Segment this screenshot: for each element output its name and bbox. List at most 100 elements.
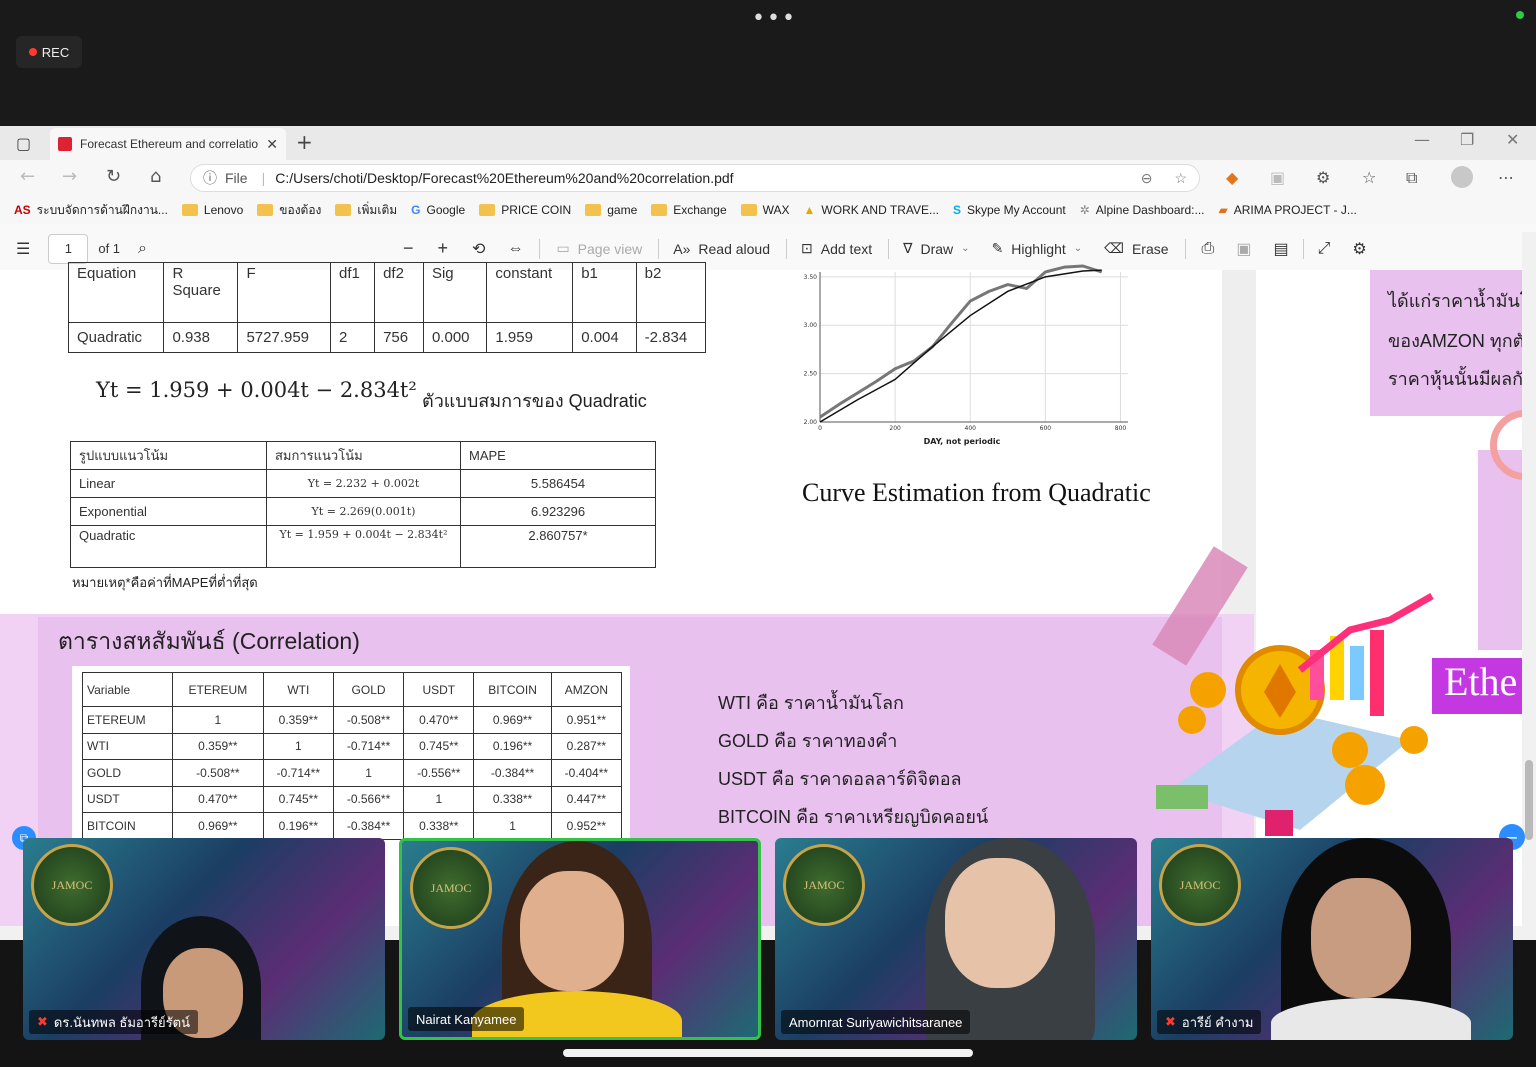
bookmark-item[interactable]: เพิ่มเติม xyxy=(335,201,397,220)
chart-series-observed xyxy=(819,264,1103,419)
close-tab-icon[interactable]: ✕ xyxy=(266,136,278,153)
erase-button[interactable]: ⌫ Erase xyxy=(1104,240,1168,257)
table-row: Equation R Square F df1 df2 Sig constant… xyxy=(67,262,707,323)
bookmark-label: Exchange xyxy=(673,203,727,217)
favorite-add-icon[interactable]: ☆ xyxy=(1174,170,1187,187)
address-bar[interactable]: ⓘ File | C:/Users/choti/Desktop/Forecast… xyxy=(190,164,1200,192)
divider xyxy=(1184,238,1186,259)
back-icon[interactable]: ← xyxy=(20,166,35,187)
chevron-down-icon[interactable]: ⌄ xyxy=(961,243,969,254)
table-cell: 0.287** xyxy=(550,732,623,760)
participant-tile-active-speaker[interactable]: JAMOC Nairat Kanyamee xyxy=(399,838,761,1040)
participant-tile[interactable]: JAMOC ✖ ดร.นันทพล ธัมอารีย์รัตน์ xyxy=(23,838,385,1040)
bookmark-item[interactable]: Lenovo xyxy=(181,203,243,217)
bookmark-item[interactable]: ▰ ARIMA PROJECT - J... xyxy=(1219,203,1357,217)
zoom-in-icon[interactable]: + xyxy=(438,238,449,259)
chevron-down-icon[interactable]: ⌄ xyxy=(1074,243,1082,254)
bookmark-item[interactable]: AS ระบบจัดการด้านฝึกงาน... xyxy=(14,201,168,220)
jamoc-logo-icon: JAMOC xyxy=(31,844,113,926)
scrollbar-thumb[interactable] xyxy=(1525,760,1533,840)
chart-x-tick-label: 400 xyxy=(965,425,977,432)
page-total: of 1 xyxy=(98,241,121,256)
table-cell: ETEREUM xyxy=(82,706,173,734)
table-cell: USDT xyxy=(82,785,173,813)
bookmark-item[interactable]: Exchange xyxy=(651,203,727,217)
pdf-settings-icon[interactable]: ⚙ xyxy=(1352,239,1366,259)
table-header: Sig xyxy=(422,262,488,323)
save-icon[interactable]: ▣ xyxy=(1236,239,1251,259)
add-text-button[interactable]: ⊡ Add text xyxy=(801,240,872,257)
info-icon[interactable]: ⓘ xyxy=(203,168,217,188)
bookmark-item[interactable]: G Google xyxy=(411,203,465,217)
chart-x-tick-label: 600 xyxy=(1040,425,1052,432)
close-window-icon[interactable]: ✕ xyxy=(1506,130,1519,149)
bitcoin-coin-icon xyxy=(1190,672,1226,708)
metamask-icon[interactable]: ◆ xyxy=(1226,168,1238,187)
favorites-icon[interactable]: ☆ xyxy=(1362,168,1376,187)
bookmark-label: Alpine Dashboard:... xyxy=(1095,203,1205,217)
right-text-line: ราคาหุ้นนั้นมีผลกั xyxy=(1388,369,1524,389)
participant-name-tag: Amornrat Suriyawichitsaranee xyxy=(781,1010,971,1034)
bookmark-item[interactable]: game xyxy=(585,203,637,217)
legend-gold: GOLD คือ ราคาทองคำ xyxy=(718,731,898,751)
table-row: Exponential Yt = 2.269(0.001t) 6.923296 xyxy=(70,497,656,526)
save-as-icon[interactable]: ▤ xyxy=(1273,239,1288,259)
restore-icon[interactable]: ❐ xyxy=(1460,130,1474,149)
search-icon[interactable]: ⌕ xyxy=(138,240,147,258)
bookmark-item[interactable]: WAX xyxy=(740,203,790,217)
table-cell: 0.004 xyxy=(572,322,637,353)
refresh-icon[interactable]: ↻ xyxy=(106,166,121,187)
bookmark-item[interactable]: ของต้อง xyxy=(257,201,321,220)
extension-icon[interactable]: ▣ xyxy=(1270,168,1285,187)
divider xyxy=(888,238,890,259)
bookmark-item[interactable]: ✲ Alpine Dashboard:... xyxy=(1080,203,1205,217)
minimize-icon[interactable]: — xyxy=(1414,130,1430,149)
profile-avatar[interactable] xyxy=(1451,166,1473,188)
new-tab-icon[interactable]: + xyxy=(296,130,313,154)
forward-icon[interactable]: → xyxy=(62,166,77,187)
table-cell: 0.338** xyxy=(473,785,552,813)
participant-tile[interactable]: JAMOC Amornrat Suriyawichitsaranee xyxy=(775,838,1137,1040)
legend-wti: WTI คือ ราคาน้ำมันโลก xyxy=(718,693,904,713)
bookmark-item[interactable]: S Skype My Account xyxy=(953,203,1066,217)
collections-icon[interactable]: ⧉ xyxy=(1406,168,1417,188)
fit-page-icon[interactable]: ⇔ xyxy=(507,240,523,258)
table-cell: GOLD xyxy=(82,759,173,787)
alpine-icon: ✲ xyxy=(1079,203,1090,217)
zoom-out-icon[interactable]: − xyxy=(403,238,414,259)
print-icon[interactable]: ⎙ xyxy=(1202,240,1215,258)
contents-icon[interactable]: ☰ xyxy=(16,239,30,259)
read-aloud-button[interactable]: A» Read aloud xyxy=(673,241,770,257)
zoom-icon[interactable]: ⊖ xyxy=(1141,170,1153,187)
divider xyxy=(786,238,788,259)
page-number-input[interactable]: 1 xyxy=(48,233,89,264)
skype-icon: S xyxy=(952,203,961,217)
page-view-button[interactable]: ▭ Page view xyxy=(556,240,642,257)
highlight-button[interactable]: ✎ Highlight ⌄ xyxy=(992,240,1083,257)
rotate-icon[interactable]: ⟲ xyxy=(472,239,485,259)
settings-menu-icon[interactable]: ⋯ xyxy=(1498,168,1514,187)
bookmark-item[interactable]: PRICE COIN xyxy=(479,203,571,217)
warning-icon: ▲ xyxy=(803,203,816,217)
table-cell: 0.951** xyxy=(550,706,623,734)
table-row: BITCOIN 0.969** 0.196** -0.384** 0.338** 1 0.9… xyxy=(82,812,623,840)
table-cell: 1 xyxy=(403,785,475,813)
more-options-icon[interactable]: ••• xyxy=(752,6,797,31)
tab-pdf[interactable]: Forecast Ethereum and correlatio ✕ xyxy=(50,128,286,160)
table-header: รูปแบบแนวโน้ม xyxy=(70,441,267,470)
extensions-icon[interactable]: ⚙ xyxy=(1316,168,1330,187)
url-prefix: File xyxy=(225,170,248,186)
fullscreen-icon[interactable]: ⤢ xyxy=(1318,240,1331,258)
right-pink-strip xyxy=(1478,450,1522,650)
cash-icon xyxy=(1156,785,1208,809)
bookmark-item[interactable]: ▲ WORK AND TRAVE... xyxy=(804,203,939,217)
participant-tile[interactable]: JAMOC ✖ อารีย์ คำงาม xyxy=(1151,838,1513,1040)
home-icon[interactable]: ⌂ xyxy=(150,166,161,187)
table-cell: -0.384** xyxy=(332,812,405,840)
tab-actions-icon[interactable]: ▢ xyxy=(16,134,31,153)
as-icon: AS xyxy=(14,203,31,217)
table-cell: 1 xyxy=(473,812,552,840)
table-header: WTI xyxy=(262,672,334,707)
home-indicator[interactable] xyxy=(563,1049,973,1057)
draw-button[interactable]: ∇ Draw ⌄ xyxy=(903,240,969,257)
